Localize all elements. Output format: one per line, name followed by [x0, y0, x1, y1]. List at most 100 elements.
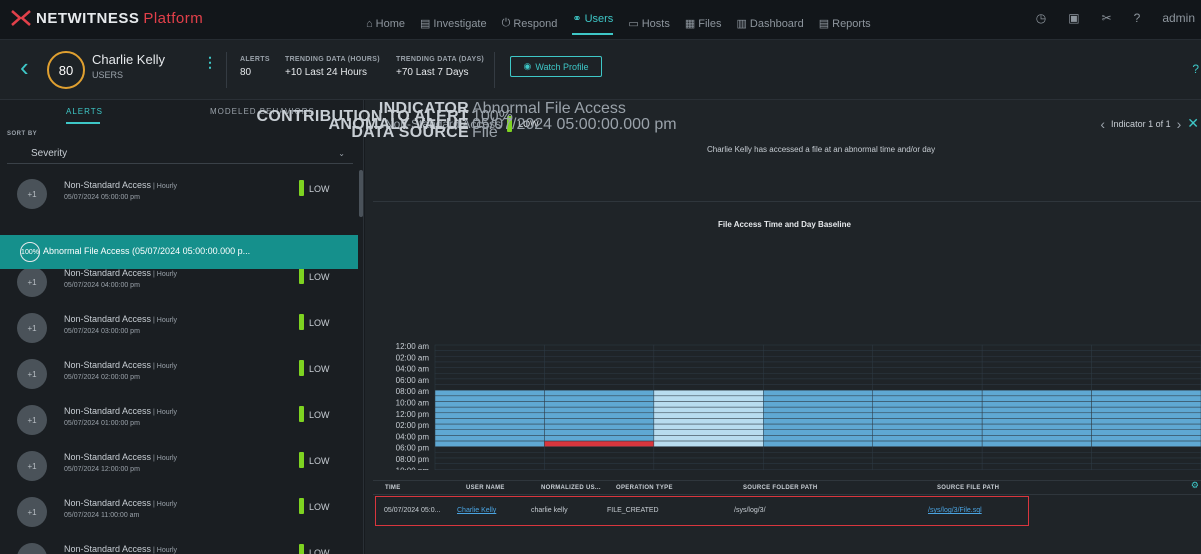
entity-name: Charlie Kelly [92, 52, 165, 67]
user-link[interactable]: Charlie Kelly [457, 507, 496, 514]
heatmap-cell [544, 401, 655, 408]
heatmap-cell [544, 373, 655, 380]
severity-label: LOW [309, 548, 330, 554]
heatmap-cell [872, 373, 983, 380]
heatmap-cell [872, 367, 983, 374]
list-item[interactable]: +1 Non-Standard Access | Hourly 05/07/2024… [0, 442, 358, 488]
alert-title: Non-Standard Access | Hourly [64, 360, 177, 370]
heatmap-cell [544, 384, 655, 391]
help-circle-icon[interactable]: ? [1192, 62, 1199, 76]
app-logo[interactable]: NETWITNESS Platform [10, 9, 203, 27]
heatmap-cell [544, 423, 655, 431]
selected-indicator-row[interactable]: 100% Abnormal File Access (05/07/2024 05… [0, 235, 358, 269]
nav-dashboard[interactable]: ▥ Dashboard [736, 12, 803, 35]
close-icon[interactable]: ✕ [1187, 115, 1199, 132]
heatmap-cell [434, 423, 545, 431]
heatmap-cell [763, 395, 873, 402]
table-row[interactable]: 05/07/2024 05:0... Charlie Kelly charlie k… [375, 496, 1029, 526]
list-item[interactable]: +1 Non-Standard Access | Hourly 05/07/2024… [0, 304, 358, 350]
risk-score-badge: 80 [47, 51, 85, 89]
nav-home[interactable]: ⌂ Home [366, 12, 405, 35]
list-item[interactable]: +1 Non-Standard Access | Hourly 05/07/2024… [0, 488, 358, 534]
frequency-text: Hourly [156, 409, 177, 416]
column-header[interactable]: SOURCE FILE PATH [937, 485, 999, 491]
column-header[interactable]: OPERATION TYPE [616, 485, 673, 491]
heatmap-cell [1091, 418, 1201, 425]
list-item[interactable]: +1 Non-Standard Access | Hourly 05/07/2024… [0, 396, 358, 442]
scrollbar[interactable] [359, 170, 363, 217]
nav-files[interactable]: ▦ Files [685, 12, 722, 35]
trend-hours-stat: TRENDING DATA (HOURS) +10 Last 24 Hours [285, 56, 380, 78]
heatmap-cell [1091, 423, 1201, 431]
heatmap-cell [872, 350, 983, 357]
nav-users[interactable]: ⚭ Users [572, 12, 614, 35]
heatmap-cell [1091, 406, 1201, 414]
table-cell: /sys/log/3/ [734, 507, 766, 514]
alert-time: 05/07/2024 02:00:00 pm [64, 374, 140, 381]
column-header[interactable]: USER NAME [466, 485, 505, 491]
heatmap-cell [544, 412, 655, 419]
heatmap-cell [981, 457, 1092, 464]
heatmap-cell [544, 350, 655, 357]
heatmap-cell [544, 344, 655, 351]
heatmap-cell [1091, 384, 1201, 391]
list-item[interactable]: +1 Non-Standard Access | Hourly 05/07/2024… [0, 170, 358, 216]
more-options-icon[interactable]: ⋮ [203, 54, 217, 71]
alert-frequency: | Hourly [151, 501, 177, 508]
column-header[interactable]: NORMALIZED US... [541, 485, 601, 491]
nav-reports[interactable]: ▤ Reports [819, 12, 871, 35]
user-menu[interactable]: admin [1162, 11, 1195, 25]
nav-hosts[interactable]: ▭ Hosts [628, 12, 670, 35]
alert-name: Non-Standard Access [64, 498, 152, 508]
tools-icon[interactable]: ✂ [1102, 11, 1112, 25]
gear-icon[interactable]: ⚙ [1191, 480, 1199, 491]
column-header[interactable]: SOURCE FOLDER PATH [743, 485, 818, 491]
alert-title: Non-Standard Access | Hourly [64, 314, 177, 324]
heatmap-cell [653, 367, 764, 374]
severity-bar [299, 268, 304, 284]
heatmap-cell [981, 389, 1092, 397]
heatmap-cell [763, 457, 873, 464]
alert-score-badge: +1 [17, 405, 47, 435]
heatmap-cell [434, 469, 545, 470]
nav-dashboard-icon: ▥ [736, 18, 747, 30]
timer-icon[interactable]: ◷ [1036, 11, 1046, 25]
alert-frequency: | Hourly [151, 455, 177, 462]
y-tick-label: 08:00 pm [396, 455, 430, 464]
entity-header: ‹ 80 Charlie Kelly USERS ⋮ ALERTS 80 TRE… [0, 40, 1201, 100]
notes-icon[interactable]: ▣ [1068, 11, 1079, 25]
tab-alerts[interactable]: ALERTS [66, 107, 103, 116]
chevron-left-icon[interactable]: ‹ [1100, 116, 1105, 132]
sort-by-select[interactable]: Severity ⌄ [7, 144, 353, 164]
nav-respond[interactable]: ⏻ Respond [502, 12, 558, 35]
heatmap-cell [544, 429, 655, 436]
alerts-stat: ALERTS 80 [240, 56, 270, 78]
heatmap-cell [653, 463, 764, 470]
y-tick-label: 08:00 am [396, 387, 430, 396]
column-header[interactable]: TIME [385, 485, 401, 491]
heatmap-cell [653, 401, 764, 408]
chevron-right-icon[interactable]: › [1177, 116, 1182, 132]
heatmap-cell [653, 440, 764, 447]
list-item[interactable]: +1 Non-Standard Access | Hourly 05/07/2024… [0, 350, 358, 396]
heatmap-cell [653, 446, 764, 453]
nav-label: Investigate [433, 17, 487, 30]
list-item[interactable]: +1 Non-Standard Access | Hourly LOW [0, 534, 358, 554]
heatmap-cell [653, 389, 764, 397]
heatmap-cell [1091, 389, 1201, 397]
alert-time: 05/07/2024 12:00:00 pm [64, 466, 140, 473]
frequency-text: Hourly [156, 317, 177, 324]
sort-by-value: Severity [31, 148, 68, 159]
heatmap-cell [763, 401, 873, 408]
back-chevron-icon[interactable]: ‹ [20, 54, 29, 80]
heatmap-cell [1091, 440, 1201, 447]
heatmap-cell [981, 350, 1092, 357]
file-path-link[interactable]: /sys/log/3/File.sql [928, 507, 982, 514]
heatmap-cell [434, 412, 545, 419]
alert-score-badge: +1 [17, 451, 47, 481]
contribution-badge: 100% [20, 242, 40, 262]
nav-investigate[interactable]: ▤ Investigate [420, 12, 487, 35]
watch-profile-button[interactable]: ◉ Watch Profile [510, 56, 602, 77]
help-icon[interactable]: ? [1134, 11, 1141, 25]
heatmap-cell [872, 452, 983, 459]
